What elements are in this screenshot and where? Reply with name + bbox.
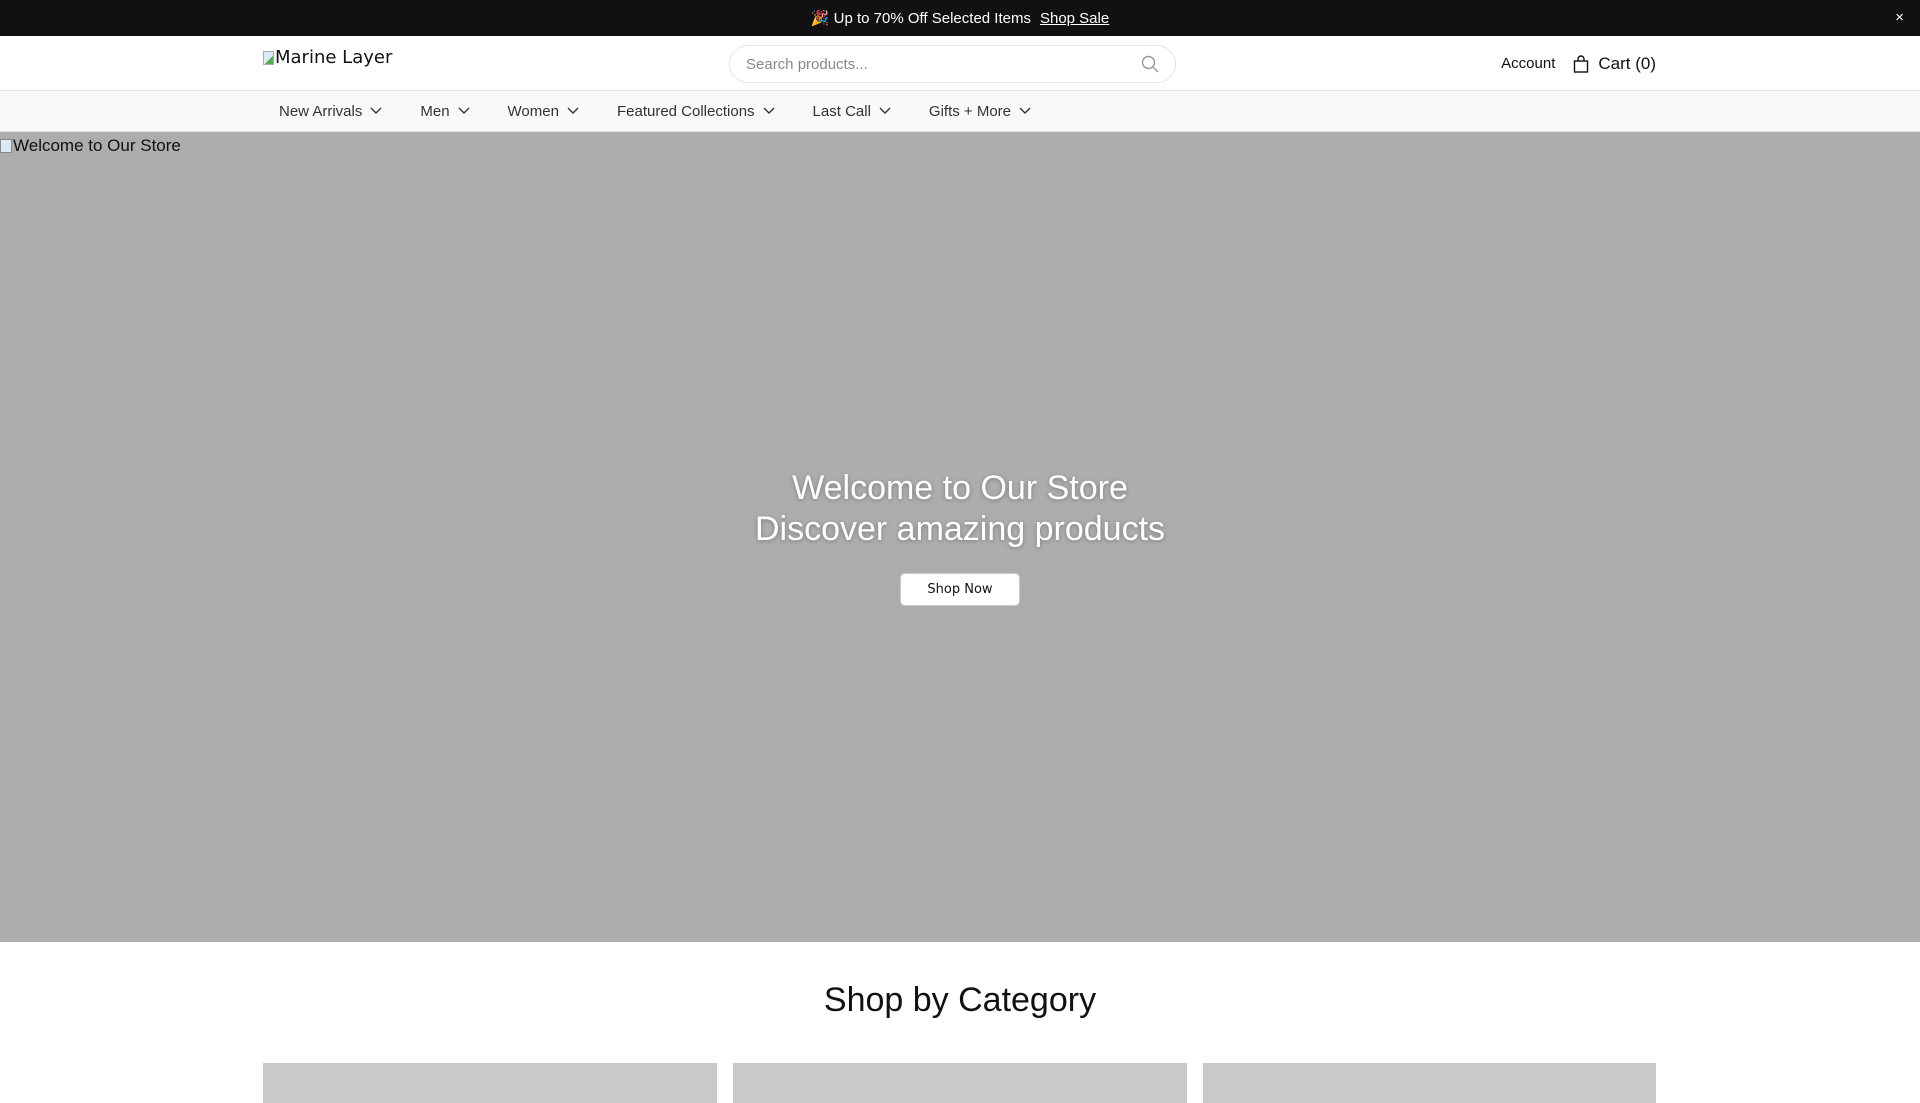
- site-header: Marine Layer Search products... Account …: [0, 36, 1920, 91]
- chevron-down-icon: [763, 107, 775, 114]
- nav-men[interactable]: Men: [420, 102, 470, 120]
- nav-new-arrivals[interactable]: New Arrivals: [279, 103, 382, 120]
- shop-now-button[interactable]: Shop Now: [900, 573, 1020, 606]
- hero-title-line2: Discover amazing products: [754, 510, 1166, 548]
- hero-title: Welcome to Our Store Discover amazing pro…: [0, 468, 1920, 550]
- nav-label: Featured Collections: [616, 102, 755, 120]
- shopping-bag-icon: [1574, 54, 1589, 73]
- chevron-down-icon: [370, 107, 382, 114]
- chevron-down-icon: [879, 107, 891, 114]
- chevron-down-icon: [567, 107, 579, 114]
- broken-image-icon: [0, 139, 12, 153]
- shop-sale-link[interactable]: Shop Sale: [1040, 10, 1109, 27]
- nav-label: Men: [420, 102, 450, 120]
- cart-label: Cart (0): [1598, 53, 1656, 73]
- category-card[interactable]: [733, 1063, 1187, 1103]
- chevron-down-icon: [458, 107, 470, 114]
- close-icon[interactable]: ×: [1895, 9, 1904, 26]
- search-input[interactable]: Search products...: [729, 45, 1176, 83]
- nav-label: Gifts + More: [928, 102, 1012, 120]
- nav-gifts-more[interactable]: Gifts + More: [929, 103, 1031, 120]
- broken-image-icon: [263, 50, 274, 65]
- nav-last-call[interactable]: Last Call: [813, 103, 891, 120]
- category-card[interactable]: [1203, 1063, 1656, 1103]
- main-nav: New Arrivals Men Women Featured Collecti…: [0, 91, 1920, 132]
- account-link[interactable]: Account: [1501, 55, 1555, 72]
- hero-banner: Welcome to Our Store Welcome to Our Stor…: [0, 132, 1920, 942]
- search-placeholder: Search products...: [746, 55, 868, 73]
- logo-alt-text: Marine Layer: [275, 47, 393, 68]
- hero-alt-text: Welcome to Our Store: [13, 136, 181, 155]
- chevron-down-icon: [1019, 107, 1031, 114]
- cart-button[interactable]: Cart (0): [1573, 54, 1656, 74]
- nav-women[interactable]: Women: [508, 103, 579, 120]
- category-card[interactable]: [263, 1063, 717, 1103]
- nav-label: New Arrivals: [279, 102, 363, 120]
- hero-image-alt: Welcome to Our Store: [0, 136, 181, 156]
- nav-featured-collections[interactable]: Featured Collections: [617, 103, 775, 120]
- party-icon: 🎉: [810, 10, 830, 27]
- nav-label: Last Call: [812, 102, 871, 120]
- logo[interactable]: Marine Layer: [263, 47, 392, 68]
- hero-title-line1: Welcome to Our Store: [792, 469, 1128, 507]
- search-icon[interactable]: [1141, 55, 1159, 73]
- section-title: Shop by Category: [823, 981, 1097, 1019]
- announcement-bar: 🎉 Up to 70% Off Selected Items Shop Sale…: [0, 0, 1920, 36]
- announcement-text: Up to 70% Off Selected Items: [833, 9, 1031, 27]
- nav-label: Women: [507, 102, 559, 120]
